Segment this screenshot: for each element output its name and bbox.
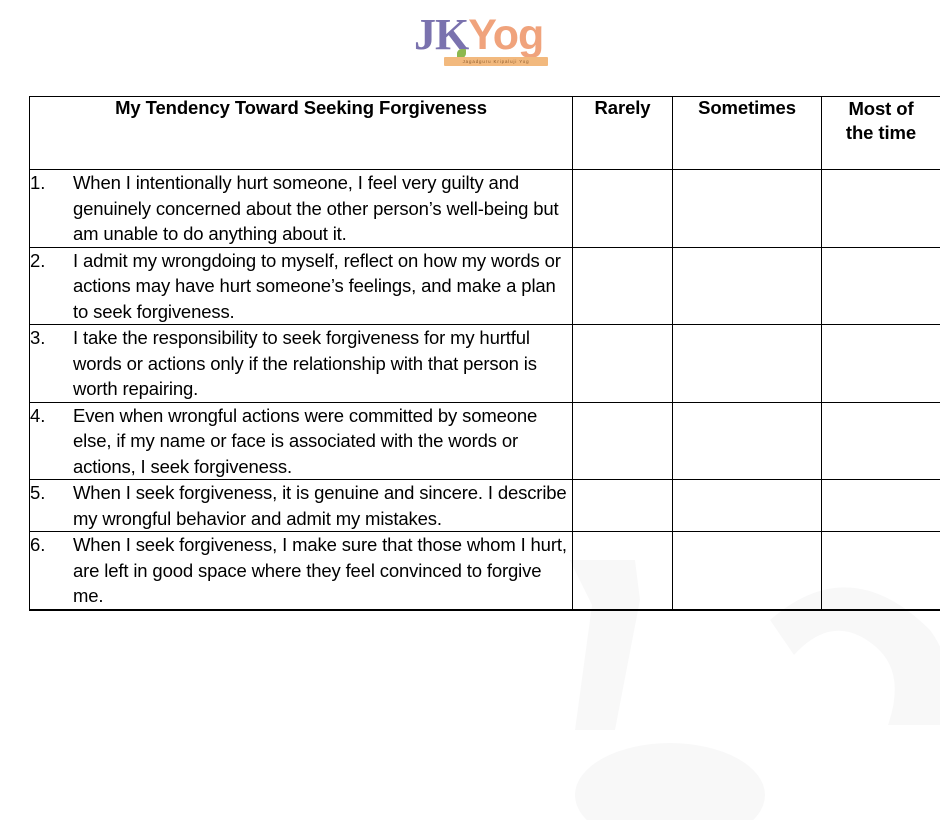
statement-cell: 4.Even when wrongful actions were commit… <box>30 402 573 480</box>
table-row: 5.When I seek forgiveness, it is genuine… <box>30 480 940 532</box>
statement-cell <box>30 609 573 610</box>
header-sometimes: Sometimes <box>673 97 822 170</box>
answer-cell-rarely[interactable] <box>573 532 673 610</box>
header-statement: My Tendency Toward Seeking Forgiveness <box>30 97 573 170</box>
statement-cell: 2.I admit my wrongdoing to myself, refle… <box>30 247 573 325</box>
answer-cell-rarely[interactable] <box>573 170 673 248</box>
answer-cell-sometimes[interactable] <box>673 609 822 610</box>
answer-cell-rarely[interactable] <box>573 325 673 403</box>
question-number: 4. <box>30 403 73 429</box>
table-row: 2.I admit my wrongdoing to myself, refle… <box>30 247 940 325</box>
question-number: 5. <box>30 480 73 506</box>
logo-tagline-text: Jagadguru Kripaluji Yog <box>463 57 530 66</box>
answer-cell-sometimes[interactable] <box>673 532 822 610</box>
logo-wordmark: JKYog <box>414 11 543 59</box>
logo-tagline-bar: Jagadguru Kripaluji Yog <box>444 57 548 66</box>
assessment-table: My Tendency Toward Seeking Forgiveness R… <box>29 96 940 611</box>
answer-cell-sometimes[interactable] <box>673 325 822 403</box>
table-row: 4.Even when wrongful actions were commit… <box>30 402 940 480</box>
answer-cell-most-of-the-time[interactable] <box>822 247 940 325</box>
statement-cell: 3.I take the responsibility to seek forg… <box>30 325 573 403</box>
header-most-of-the-time: Most of the time <box>822 97 940 170</box>
logo-header: JKYog Jagadguru Kripaluji Yog <box>0 0 940 78</box>
question-text: I admit my wrongdoing to myself, reflect… <box>73 248 572 325</box>
answer-cell-most-of-the-time[interactable] <box>822 532 940 610</box>
question-text: When I seek forgiveness, it is genuine a… <box>73 480 572 531</box>
logo-text-yog: Yog <box>468 11 543 59</box>
table-row: 3.I take the responsibility to seek forg… <box>30 325 940 403</box>
answer-cell-rarely[interactable] <box>573 247 673 325</box>
table-row <box>30 609 940 610</box>
answer-cell-most-of-the-time[interactable] <box>822 480 940 532</box>
header-most-line2: the time <box>822 121 940 145</box>
question-text: When I intentionally hurt someone, I fee… <box>73 170 572 247</box>
statement-cell: 5.When I seek forgiveness, it is genuine… <box>30 480 573 532</box>
answer-cell-most-of-the-time[interactable] <box>822 170 940 248</box>
answer-cell-most-of-the-time[interactable] <box>822 402 940 480</box>
statement-cell: 6.When I seek forgiveness, I make sure t… <box>30 532 573 610</box>
answer-cell-most-of-the-time[interactable] <box>822 609 940 610</box>
answer-cell-most-of-the-time[interactable] <box>822 325 940 403</box>
answer-cell-rarely[interactable] <box>573 402 673 480</box>
answer-cell-sometimes[interactable] <box>673 480 822 532</box>
table-body: 1.When I intentionally hurt someone, I f… <box>30 170 940 611</box>
answer-cell-sometimes[interactable] <box>673 247 822 325</box>
question-number: 3. <box>30 325 73 351</box>
answer-cell-rarely[interactable] <box>573 609 673 610</box>
jkyog-logo[interactable]: JKYog Jagadguru Kripaluji Yog <box>414 11 560 69</box>
question-number: 6. <box>30 532 73 558</box>
header-rarely: Rarely <box>573 97 673 170</box>
table-header-row: My Tendency Toward Seeking Forgiveness R… <box>30 97 940 170</box>
question-number: 2. <box>30 248 73 274</box>
question-text: Even when wrongful actions were committe… <box>73 403 572 480</box>
answer-cell-rarely[interactable] <box>573 480 673 532</box>
question-text: When I seek forgiveness, I make sure tha… <box>73 532 572 609</box>
table-row: 1.When I intentionally hurt someone, I f… <box>30 170 940 248</box>
question-number: 1. <box>30 170 73 196</box>
table-row: 6.When I seek forgiveness, I make sure t… <box>30 532 940 610</box>
answer-cell-sometimes[interactable] <box>673 170 822 248</box>
statement-cell: 1.When I intentionally hurt someone, I f… <box>30 170 573 248</box>
header-most-line1: Most of <box>822 97 940 121</box>
question-text: I take the responsibility to seek forgiv… <box>73 325 572 402</box>
answer-cell-sometimes[interactable] <box>673 402 822 480</box>
